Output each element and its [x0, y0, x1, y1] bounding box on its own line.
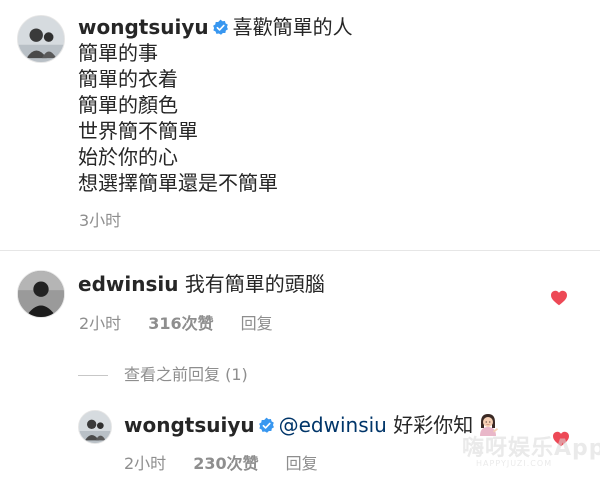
view-previous-line	[78, 375, 108, 376]
watermark-main: 嗨呀娱乐App	[462, 436, 600, 461]
comment: edwinsiu 我有簡單的頭腦	[78, 271, 325, 297]
caption: wongtsuiyu 喜歡簡單的人 簡單的事 簡單的衣着 簡單的顏色 世界簡不簡單…	[78, 14, 558, 196]
verified-badge-icon	[212, 19, 229, 36]
reply-button[interactable]: 回复	[286, 454, 318, 473]
comment-avatar[interactable]	[17, 270, 65, 318]
reply-timestamp: 2小时	[124, 454, 167, 473]
caption-line: 始於你的心	[78, 145, 178, 169]
heart-filled-icon[interactable]	[550, 290, 568, 306]
reply: wongtsuiyu @edwinsiu 好彩你知	[124, 412, 500, 438]
comment-text: 我有簡單的頭腦	[184, 272, 325, 296]
divider	[0, 250, 600, 251]
caption-line: 簡單的事	[78, 41, 158, 65]
caption-timestamp: 3小时	[79, 211, 122, 230]
reply-mention[interactable]: @edwinsiu	[279, 413, 387, 437]
comment-timestamp: 2小时	[79, 314, 122, 333]
caption-line: 簡單的衣着	[78, 67, 178, 91]
reply-likes[interactable]: 230次赞	[193, 454, 258, 473]
comment-meta: 2小时 316次赞 回复	[79, 310, 300, 334]
caption-line: 世界簡不簡單	[78, 119, 198, 143]
profile-photo-icon	[18, 16, 64, 62]
caption-line: 簡單的顏色	[78, 93, 178, 117]
caption-lines: 簡單的事 簡單的衣着 簡單的顏色 世界簡不簡單 始於你的心 想選擇簡單還是不簡單	[78, 40, 558, 196]
reply-meta: 2小时 230次赞 回复	[124, 450, 345, 474]
view-previous-label: 查看之前回复 (1)	[124, 365, 248, 384]
caption-username[interactable]: wongtsuiyu	[78, 15, 209, 39]
profile-photo-icon	[79, 411, 111, 443]
caption-first-line: 喜歡簡單的人	[232, 15, 353, 39]
reply-username[interactable]: wongtsuiyu	[124, 413, 255, 437]
caption-line: 想選擇簡單還是不簡單	[78, 171, 278, 195]
comment-username[interactable]: edwinsiu	[78, 272, 178, 296]
comment-likes[interactable]: 316次赞	[148, 314, 213, 333]
profile-photo-icon	[18, 271, 64, 317]
reply-avatar[interactable]	[78, 410, 112, 444]
verified-badge-icon	[258, 417, 275, 434]
reply-button[interactable]: 回复	[241, 314, 273, 333]
view-previous-replies[interactable]: 查看之前回复 (1)	[78, 361, 248, 385]
caption-avatar[interactable]	[17, 15, 65, 63]
watermark-sub: HAPPYJUZI.COM	[476, 459, 553, 468]
watermark: 嗨呀娱乐App HAPPYJUZI.COM	[452, 430, 600, 474]
